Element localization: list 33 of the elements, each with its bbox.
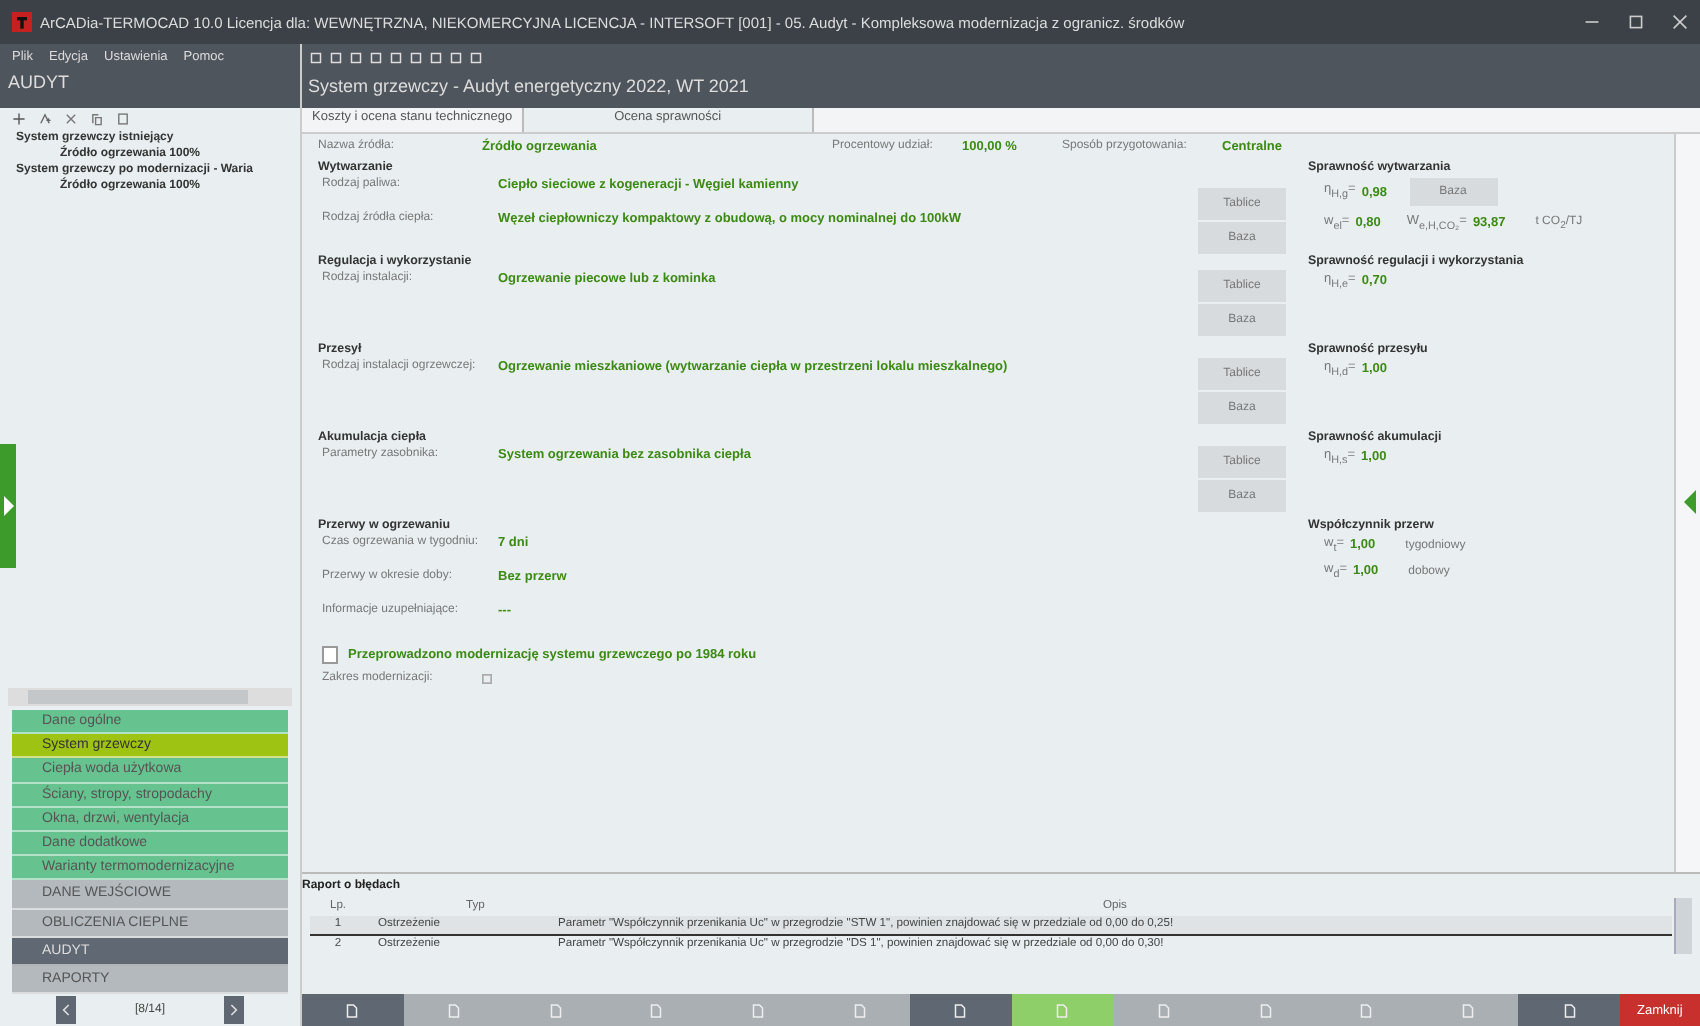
document-icon <box>1056 1003 1069 1017</box>
document-icon <box>346 1003 359 1017</box>
horizontal-scrollbar[interactable] <box>8 688 292 707</box>
document-icon <box>1157 1003 1170 1017</box>
add-icon[interactable] <box>12 112 26 127</box>
previous-page-button[interactable] <box>56 996 76 1025</box>
document-icon <box>1563 1003 1576 1017</box>
vertical-scrollbar[interactable] <box>1674 898 1692 954</box>
document-icon <box>448 1003 461 1017</box>
delete-icon[interactable] <box>64 112 78 127</box>
document-title: System grzewczy - Audyt energetyczny 2022, WT 2021 <box>306 74 751 100</box>
edit-icon[interactable] <box>482 673 493 683</box>
document-icon <box>1360 1003 1373 1017</box>
document-icon <box>650 1003 663 1017</box>
module-title: AUDYT <box>6 70 72 94</box>
caret-right-icon <box>228 1002 239 1019</box>
next-page-button[interactable] <box>223 996 244 1025</box>
document-icon <box>1259 1003 1272 1017</box>
document-icon <box>853 1003 866 1017</box>
maximize-icon[interactable] <box>1628 14 1644 30</box>
document-icon <box>549 1003 562 1017</box>
app-logo-icon <box>12 12 32 32</box>
add-item-icon[interactable] <box>38 112 52 127</box>
copy-icon[interactable] <box>90 112 104 127</box>
document-icon[interactable] <box>116 112 130 127</box>
expand-handle[interactable] <box>1684 489 1696 517</box>
caret-left-icon <box>61 1002 71 1019</box>
collapse-handle[interactable] <box>0 444 16 568</box>
document-icon <box>1461 1003 1474 1017</box>
close-icon[interactable] <box>1672 14 1688 30</box>
checkbox[interactable] <box>322 646 338 664</box>
document-icon <box>752 1003 765 1017</box>
document-icon <box>954 1003 967 1017</box>
